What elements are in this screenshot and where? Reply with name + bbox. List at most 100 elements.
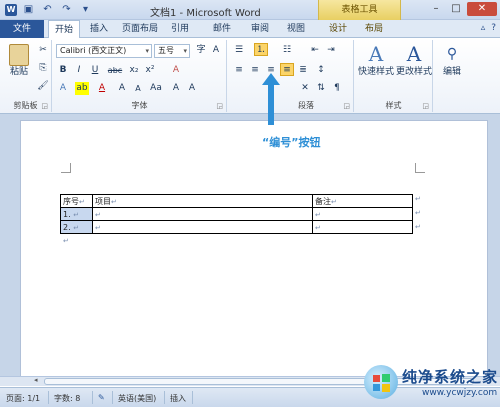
cell-mark: ↵ [73,223,80,232]
maximize-button[interactable]: □ [447,2,465,16]
clipboard-launcher-icon[interactable]: ◲ [41,102,48,110]
cell-mark: ↵ [73,210,80,219]
styles-group-label: 样式 [385,101,402,110]
insert-mode-indicator[interactable]: 插入 [170,393,186,404]
distributed-button[interactable]: ≣ [296,64,310,77]
window-title: 文档1 - Microsoft Word [150,8,261,19]
ribbon-controls: ▵ ? [481,23,496,33]
tab-review[interactable]: 审阅 [246,20,274,38]
tab-design[interactable]: 设计 [324,20,352,38]
document-page[interactable]: 序号↵ 项目↵ 备注↵ 1. ↵ ↵ ↵ 2. ↵ ↵ ↵ ↵ ↵ ↵ ↵ [20,120,488,384]
font-name-combo[interactable]: Calibri (西文正文) ▾ [56,44,152,58]
table-cell[interactable]: ↵ [92,220,313,234]
phonetic-guide-button[interactable]: A [209,44,223,57]
page-count[interactable]: 页面: 1/1 [6,393,40,404]
table-header-cell[interactable]: 项目↵ [92,194,313,208]
highlight-color-button[interactable]: ab [75,82,89,95]
align-center-button[interactable]: ≡ [248,64,262,77]
align-left-button[interactable]: ≡ [232,64,246,77]
row-end-mark: ↵ [415,209,421,217]
cut-icon[interactable]: ✂ [36,44,50,57]
proofing-icon[interactable]: ✎ [98,393,105,402]
bullets-button[interactable]: ☰ [232,44,246,57]
scroll-left-icon[interactable]: ◂ [34,376,38,384]
paste-button[interactable]: 粘贴 [6,44,32,78]
close-button[interactable]: ✕ [467,2,497,16]
quick-styles-button[interactable]: A 快速样式 [357,42,395,78]
format-painter-icon[interactable]: 🖌 [36,80,50,93]
tab-insert[interactable]: 插入 [84,20,114,38]
subscript-button[interactable]: x₂ [127,64,141,77]
cell-mark: ↵ [79,197,85,206]
table-cell[interactable]: ↵ [312,207,413,221]
tab-view[interactable]: 视图 [282,20,310,38]
redo-icon[interactable]: ↷ [60,3,73,16]
minimize-button[interactable]: – [427,2,445,16]
table-header-cell[interactable]: 备注↵ [312,194,413,208]
font-color-button[interactable]: A [95,82,109,95]
table-cell[interactable]: 2. ↵ [60,220,93,234]
strikethrough-button[interactable]: abc [105,64,125,77]
enclose-character-button[interactable]: 字 [194,44,208,57]
binoculars-icon: ⚲ [446,46,458,62]
change-styles-button[interactable]: A 更改样式 [395,42,433,78]
status-divider [192,391,193,404]
grow-font-button[interactable]: A [115,82,129,95]
document-table[interactable]: 序号↵ 项目↵ 备注↵ 1. ↵ ↵ ↵ 2. ↵ ↵ ↵ [60,194,413,234]
word-app-icon[interactable]: W [5,4,17,16]
line-spacing-button[interactable]: ↕ [314,64,328,77]
multilevel-list-button[interactable]: ☷ [280,44,294,57]
collapse-ribbon-icon[interactable]: ▵ [481,23,486,33]
character-border-button[interactable]: A [185,82,199,95]
tab-file[interactable]: 文件 [0,20,44,38]
customize-icon[interactable]: ▾ [79,3,92,16]
character-shading-button[interactable]: A [169,82,183,95]
italic-button[interactable]: I [72,64,86,77]
text-effects-button[interactable]: A [56,82,70,95]
increase-indent-button[interactable]: ⇥ [324,44,338,57]
superscript-button[interactable]: x² [143,64,157,77]
bold-button[interactable]: B [56,64,70,77]
table-cell[interactable]: 1. ↵ [60,207,93,221]
paste-label: 粘贴 [9,67,28,77]
font-launcher-icon[interactable]: ◲ [216,102,223,110]
change-case-button[interactable]: Aa [147,82,165,95]
table-cell[interactable]: ↵ [312,220,413,234]
tab-mailings[interactable]: 邮件 [208,20,236,38]
word-count[interactable]: 字数: 8 [54,393,80,404]
table-header-cell[interactable]: 序号↵ [60,194,93,208]
chinese-layout-button[interactable]: ✕ [298,82,312,95]
clipboard-group: 粘贴 ✂ ⎘ 🖌 剪贴板 ◲ [0,40,52,112]
language-indicator[interactable]: 英语(美国) [118,393,156,404]
copy-icon[interactable]: ⎘ [36,62,50,75]
help-icon[interactable]: ? [491,23,496,33]
cell-mark: ↵ [111,197,117,206]
status-divider [112,391,113,404]
shrink-font-button[interactable]: A [131,82,145,95]
save-icon[interactable]: ▣ [22,3,35,16]
window-controls: – □ ✕ [427,2,497,16]
table-cell[interactable]: ↵ [92,207,313,221]
underline-button[interactable]: U [88,64,102,77]
undo-icon[interactable]: ↶ [41,3,54,16]
tab-layout[interactable]: 布局 [360,20,388,38]
show-hide-marks-button[interactable]: ¶ [330,82,344,95]
justify-button[interactable]: ≡ [280,63,294,76]
annotation-arrow-icon [262,73,280,125]
sort-button[interactable]: ⇅ [314,82,328,95]
tab-home[interactable]: 开始 [48,20,80,39]
edit-button[interactable]: ⚲ 编辑 [436,42,468,78]
font-group-label: 字体 [131,101,148,110]
cell-mark: ↵ [95,210,101,219]
ribbon: 粘贴 ✂ ⎘ 🖌 剪贴板 ◲ Calibri (西文正文) ▾ 五号 ▾ 字 A B… [0,38,500,114]
quick-styles-label: 快速样式 [357,67,394,77]
paragraph-launcher-icon[interactable]: ◲ [343,102,350,110]
numbering-button[interactable]: ⒈ [254,43,268,56]
quick-access-toolbar: ▣ ↶ ↷ ▾ [22,3,92,16]
decrease-indent-button[interactable]: ⇤ [308,44,322,57]
font-size-combo[interactable]: 五号 ▾ [154,44,190,58]
styles-launcher-icon[interactable]: ◲ [422,102,429,110]
tab-page-layout[interactable]: 页面布局 [118,20,162,38]
tab-references[interactable]: 引用 [166,20,194,38]
clear-formatting-button[interactable]: A [169,64,183,77]
